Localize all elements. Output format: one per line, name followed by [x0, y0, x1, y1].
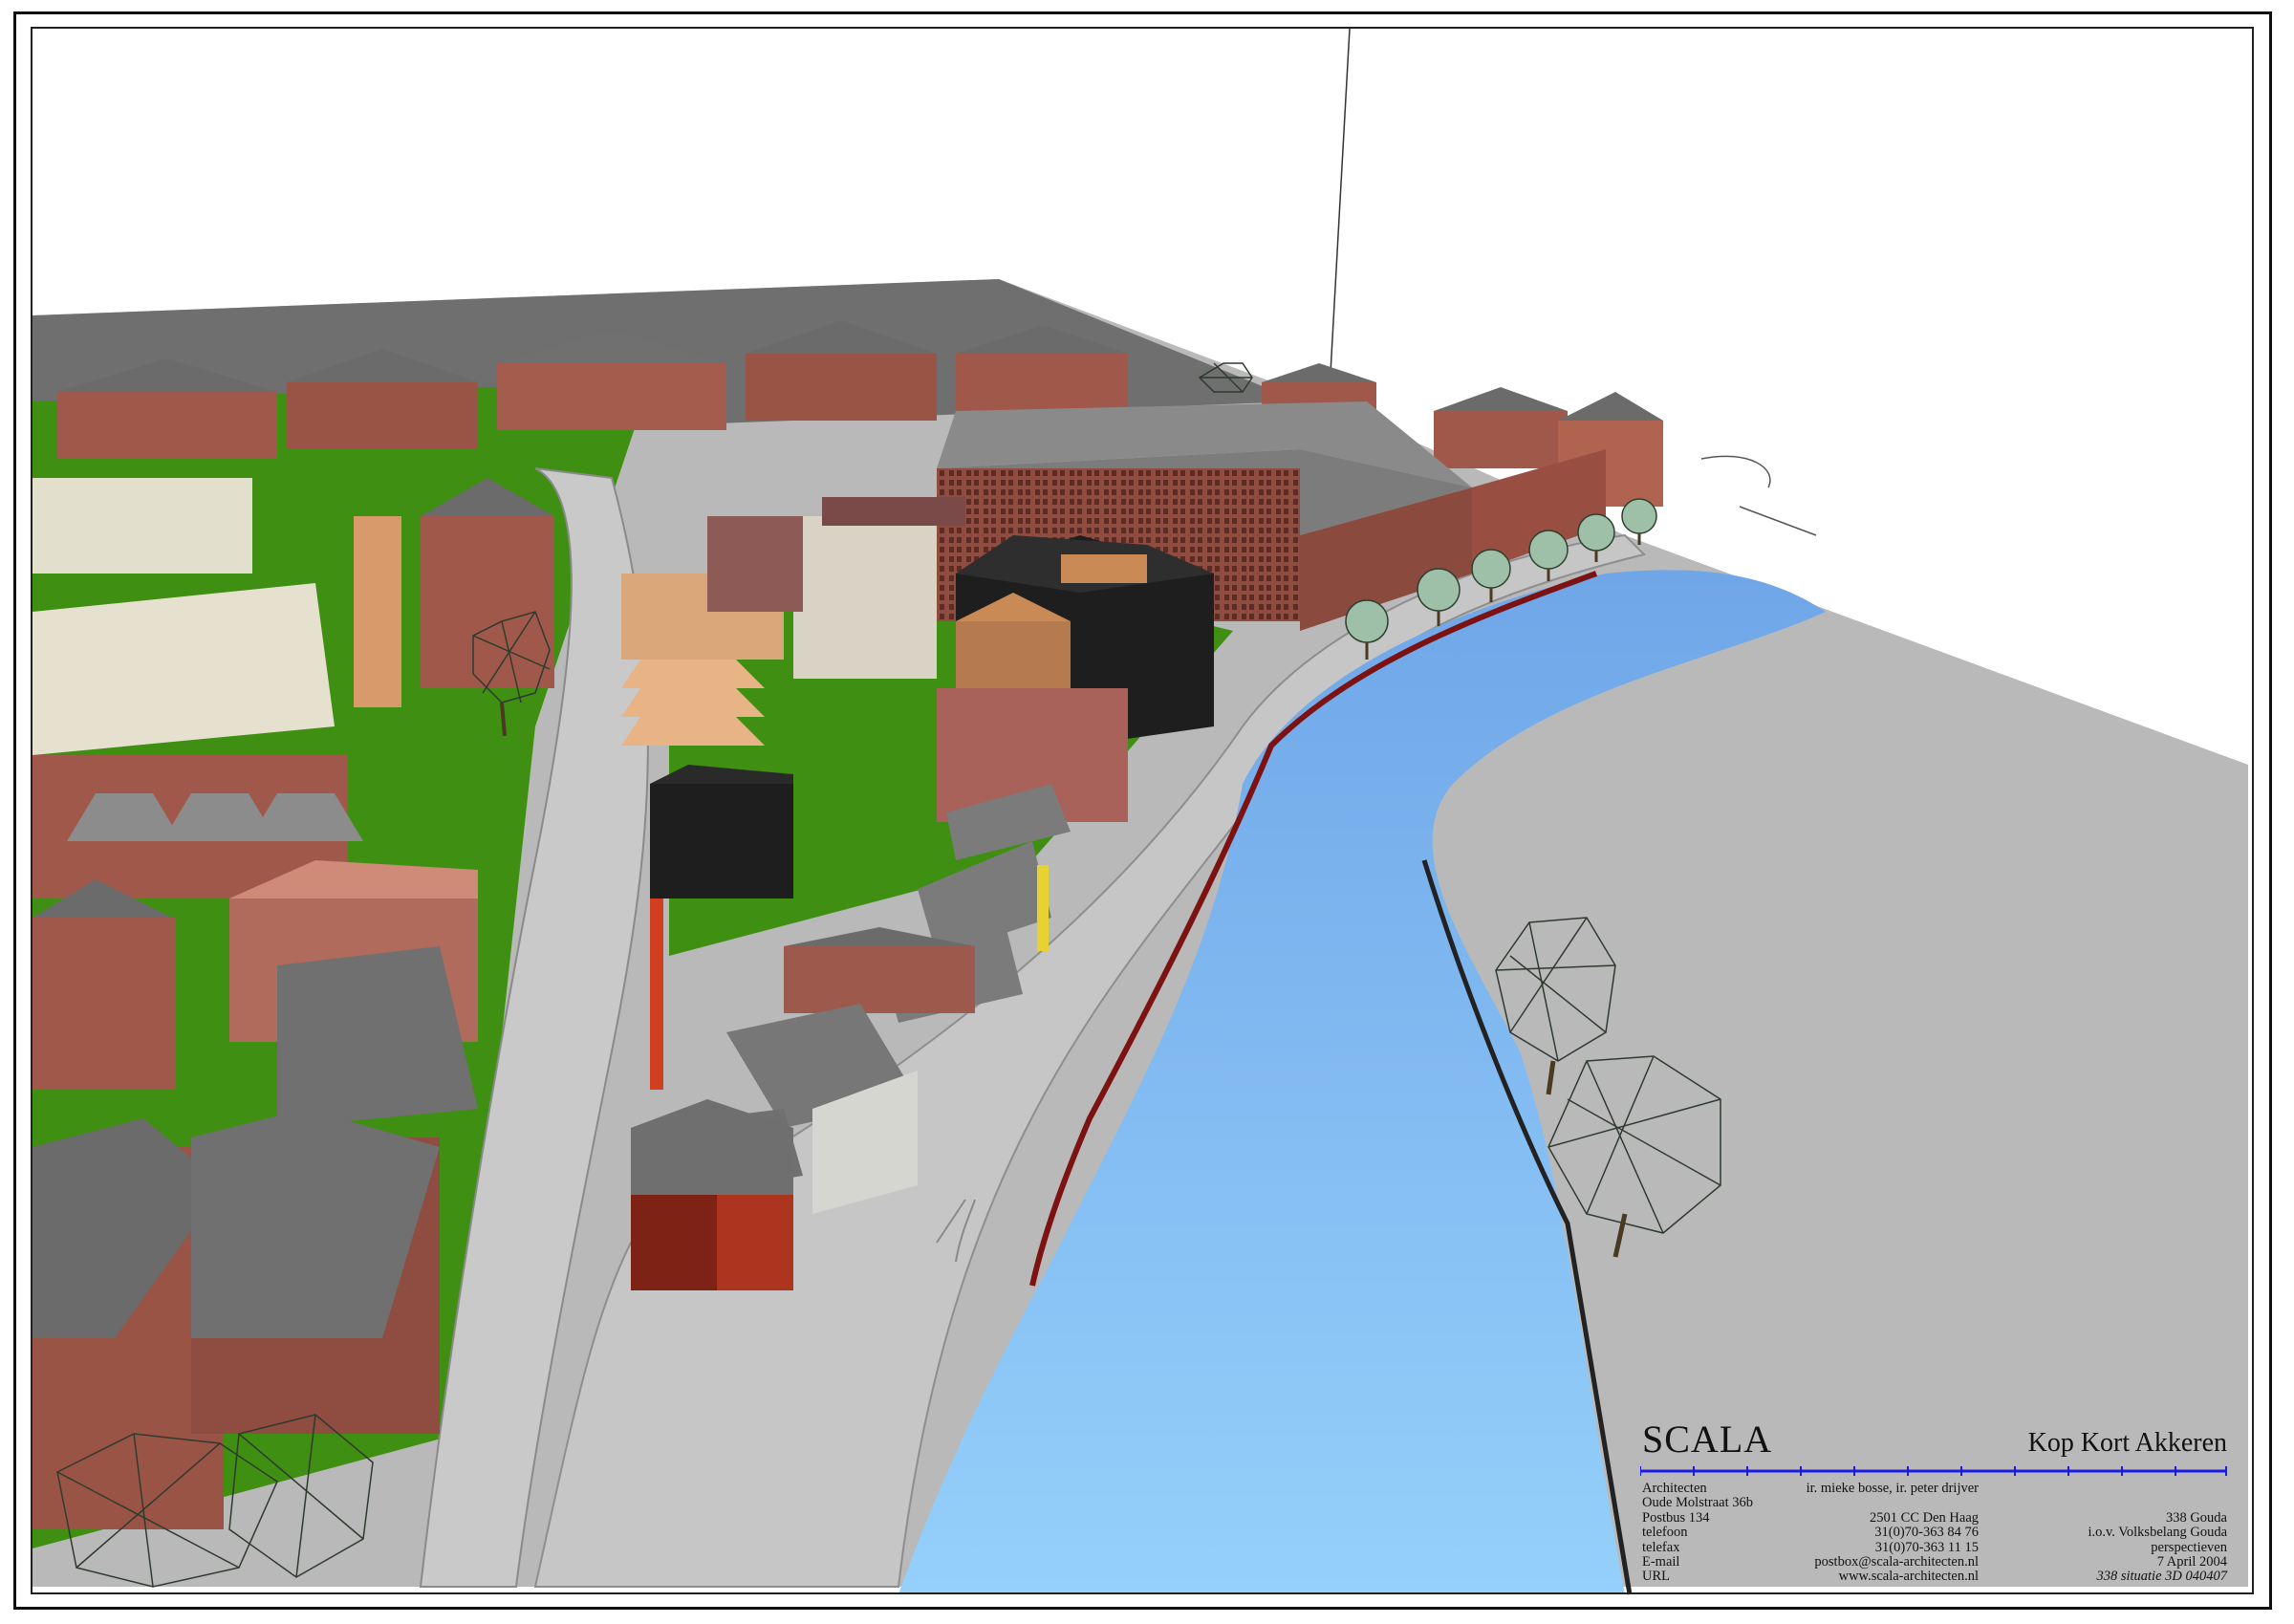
label-email: E-mail	[1642, 1555, 1753, 1570]
postcode-city: 2501 CC Den Haag	[1774, 1511, 1979, 1526]
label-telefoon: telefoon	[1642, 1526, 1753, 1540]
email-address: postbox@scala-architecten.nl	[1774, 1555, 1979, 1570]
label-architecten: Architecten	[1642, 1482, 1753, 1496]
label-url: URL	[1642, 1570, 1753, 1584]
project-info: 338 Gouda i.o.v. Volksbelang Gouda persp…	[2088, 1482, 2227, 1585]
drawing-frame	[31, 27, 2254, 1594]
title-block: SCALA Kop Kort Akkeren Architecten Oude …	[1640, 1417, 2227, 1591]
telephone-number: 31(0)70-363 84 76	[1774, 1526, 1979, 1540]
drawing-date: 7 April 2004	[2088, 1555, 2227, 1570]
drawing-sheet: SCALA Kop Kort Akkeren Architecten Oude …	[0, 0, 2294, 1624]
fax-number: 31(0)70-363 11 15	[1774, 1541, 1979, 1555]
contact-values: ir. mieke bosse, ir. peter drijver 2501 …	[1774, 1482, 1979, 1585]
label-street: Oude Molstraat 36b	[1642, 1496, 1753, 1510]
title-rule	[1640, 1464, 2227, 1478]
architects-names: ir. mieke bosse, ir. peter drijver	[1774, 1482, 1979, 1496]
file-reference: 338 situatie 3D 040407	[2088, 1570, 2227, 1584]
client-name: i.o.v. Volksbelang Gouda	[2088, 1526, 2227, 1540]
project-number-place: 338 Gouda	[2088, 1511, 2227, 1526]
address-labels: Architecten Oude Molstraat 36b Postbus 1…	[1642, 1482, 1753, 1585]
label-telefax: telefax	[1642, 1541, 1753, 1555]
firm-name: SCALA	[1642, 1417, 1772, 1462]
drawing-type: perspectieven	[2088, 1541, 2227, 1555]
label-postbus: Postbus 134	[1642, 1511, 1753, 1526]
website-url: www.scala-architecten.nl	[1774, 1570, 1979, 1584]
project-title: Kop Kort Akkeren	[2028, 1428, 2227, 1459]
